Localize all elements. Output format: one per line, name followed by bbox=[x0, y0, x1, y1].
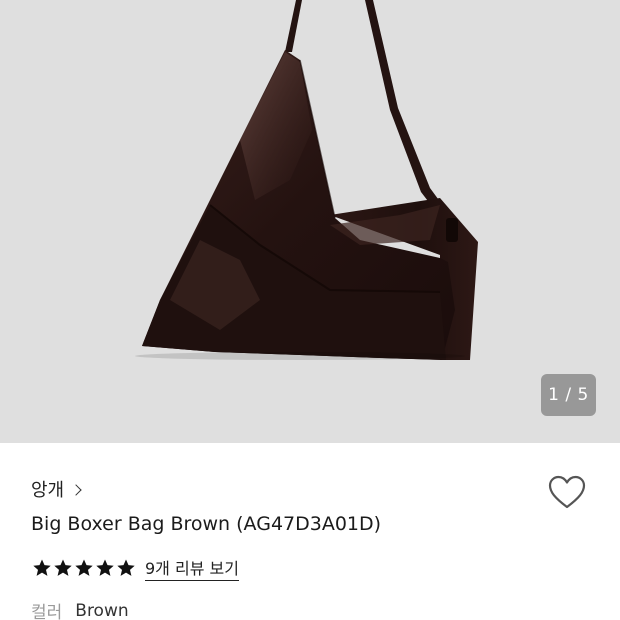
product-title: Big Boxer Bag Brown (AG47D3A01D) bbox=[31, 513, 382, 535]
brand-name: 앙개 bbox=[31, 480, 65, 501]
wishlist-button[interactable] bbox=[547, 474, 587, 512]
star-icon bbox=[96, 559, 114, 576]
brand-link[interactable]: 앙개 bbox=[31, 476, 82, 502]
product-page: 1 / 5 앙개 Big Boxer Bag Brown (AG47D3A01D… bbox=[0, 0, 620, 620]
rating-stars bbox=[32, 558, 136, 578]
star-icon bbox=[75, 559, 93, 576]
heart-outline-icon bbox=[548, 475, 586, 509]
product-image-gallery[interactable]: 1 / 5 bbox=[0, 0, 620, 443]
color-label: 컬러 bbox=[31, 603, 63, 620]
star-icon bbox=[54, 559, 72, 576]
chevron-right-icon bbox=[70, 483, 82, 496]
reviews-link[interactable]: 9개 리뷰 보기 bbox=[145, 555, 239, 581]
image-counter: 1 / 5 bbox=[541, 374, 596, 416]
star-icon bbox=[117, 559, 135, 576]
color-value: Brown bbox=[75, 600, 129, 620]
product-image bbox=[135, 0, 478, 360]
rating-row: 9개 리뷰 보기 bbox=[32, 555, 239, 581]
star-icon bbox=[33, 559, 51, 576]
color-option-row: 컬러 Brown bbox=[31, 598, 129, 620]
